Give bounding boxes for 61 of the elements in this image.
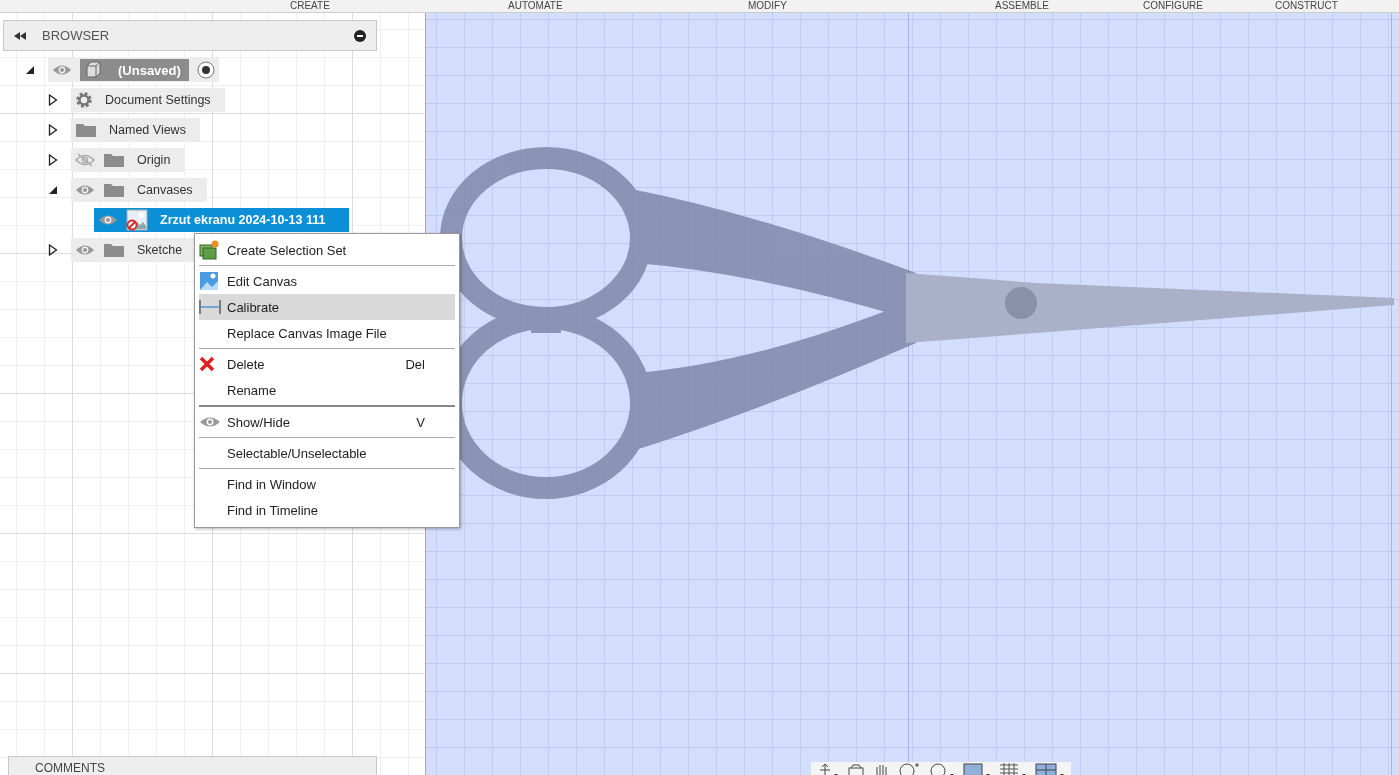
toolbar-tab[interactable]: ASSEMBLE: [995, 0, 1049, 12]
orbit-icon[interactable]: [817, 762, 839, 775]
tree-item-label: Zrzut ekranu 2024-10-13 111: [160, 213, 326, 227]
menu-item[interactable]: Edit Canvas: [199, 268, 455, 294]
display-settings-icon[interactable]: [963, 762, 991, 775]
menu-item[interactable]: Find in Timeline: [199, 497, 455, 523]
folder-icon: [103, 152, 125, 168]
zoom-icon[interactable]: [899, 762, 921, 775]
tree-item-label: Sketche: [137, 243, 183, 257]
image-icon: [199, 271, 219, 291]
collapsed-triangle-icon[interactable]: [48, 244, 58, 256]
folder-icon: [103, 242, 125, 258]
tree-item[interactable]: Sketche: [71, 238, 197, 262]
tree-item[interactable]: Named Views: [71, 118, 200, 142]
menu-item[interactable]: Delete Del: [199, 351, 455, 377]
menu-item[interactable]: Calibrate: [199, 294, 455, 320]
tree-item-label: Named Views: [109, 123, 186, 137]
selection-set-icon: [199, 240, 219, 260]
calibrate-icon: [199, 299, 221, 315]
collapsed-triangle-icon[interactable]: [48, 124, 58, 136]
toolbar-tab[interactable]: MODIFY: [748, 0, 787, 12]
comments-title: COMMENTS: [35, 761, 105, 775]
radio-icon[interactable]: [196, 61, 215, 79]
browser-title: BROWSER: [42, 28, 111, 43]
menu-item[interactable]: Selectable/Unselectable: [199, 440, 455, 466]
viewports-icon[interactable]: [1035, 762, 1065, 775]
folder-icon: [75, 122, 97, 138]
tree-item-label: Origin: [137, 153, 171, 167]
menu-item[interactable]: Show/Hide V: [199, 409, 455, 435]
menu-item[interactable]: Replace Canvas Image File: [199, 320, 455, 346]
tree-item[interactable]: Origin: [71, 148, 185, 172]
collapse-icon[interactable]: [14, 31, 26, 40]
folder-icon: [103, 182, 125, 198]
shortcut-label: V: [416, 414, 425, 430]
shortcut-label: Del: [405, 356, 425, 372]
collapsed-triangle-icon[interactable]: [48, 94, 58, 106]
menu-item[interactable]: Create Selection Set: [199, 237, 455, 263]
look-at-icon[interactable]: [847, 762, 865, 775]
grid-icon[interactable]: [999, 762, 1027, 775]
tree-item-label: Canvases: [137, 183, 193, 197]
tree-item-label: Document Settings: [105, 93, 211, 107]
expanded-triangle-icon[interactable]: [48, 185, 58, 195]
eye-icon: [199, 416, 221, 428]
delete-icon: [199, 356, 215, 372]
menu-item[interactable]: Find in Window: [199, 471, 455, 497]
menu-item[interactable]: Rename: [199, 377, 455, 403]
tree-item[interactable]: Document Settings: [71, 88, 225, 112]
toolbar-tab[interactable]: CONSTRUCT: [1275, 0, 1338, 12]
minimize-icon[interactable]: [354, 29, 366, 42]
fit-icon[interactable]: [929, 762, 955, 775]
collapsed-triangle-icon[interactable]: [48, 154, 58, 166]
cube-icon: [84, 61, 102, 79]
tree-item[interactable]: Zrzut ekranu 2024-10-13 111: [94, 208, 350, 232]
toolbar-tab[interactable]: CONFIGURE: [1143, 0, 1203, 12]
tree-item[interactable]: Canvases: [71, 178, 207, 202]
toolbar-tab[interactable]: CREATE: [290, 0, 330, 12]
image-icon: [126, 209, 148, 231]
gear-icon: [75, 91, 93, 109]
expanded-triangle-icon[interactable]: [25, 65, 35, 75]
eye-icon[interactable]: [98, 214, 118, 226]
toolbar-tab[interactable]: AUTOMATE: [508, 0, 563, 12]
